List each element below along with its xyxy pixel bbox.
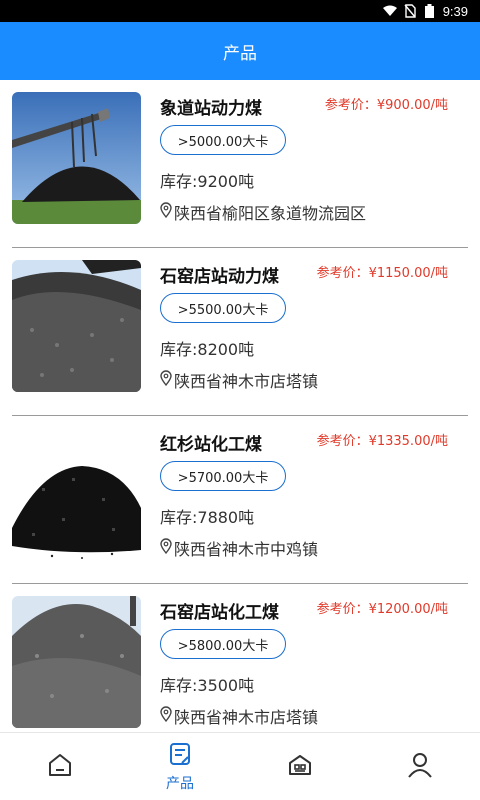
tab-store[interactable]	[240, 733, 360, 800]
app-header: 产品	[0, 22, 480, 80]
product-name: 红杉站化工煤	[160, 435, 262, 455]
calorific-badge: >5700.00大卡	[160, 461, 286, 491]
product-location: 陕西省榆阳区象道物流园区	[160, 200, 366, 224]
tab-products[interactable]: 产品	[120, 733, 240, 800]
coal-stockyard-image	[12, 596, 141, 728]
product-name: 象道站动力煤	[160, 99, 262, 119]
location-text: 陕西省神木市中鸡镇	[174, 540, 319, 559]
location-pin-icon	[160, 370, 172, 390]
product-list[interactable]: 象道站动力煤 参考价：¥900.00/吨 >5000.00大卡 库存:9200吨…	[0, 80, 480, 732]
black-coal-heap-image	[12, 428, 141, 560]
product-card[interactable]: 石窑店站动力煤 参考价：¥1150.00/吨 >5500.00大卡 库存:820…	[0, 248, 480, 416]
product-stock: 库存:9200吨	[160, 172, 255, 191]
product-name: 石窑店站动力煤	[160, 267, 279, 287]
calorific-badge: >5000.00大卡	[160, 125, 286, 155]
tab-home[interactable]	[0, 733, 120, 800]
location-text: 陕西省榆阳区象道物流园区	[174, 204, 367, 223]
status-time: 9:39	[442, 3, 468, 19]
product-price: 参考价：¥900.00/吨	[324, 98, 448, 113]
user-icon	[406, 751, 434, 783]
product-card[interactable]: 象道站动力煤 参考价：¥900.00/吨 >5000.00大卡 库存:9200吨…	[0, 80, 480, 248]
no-sim-icon	[403, 4, 417, 18]
status-bar: 9:39	[0, 0, 480, 22]
product-location: 陕西省神木市中鸡镇	[160, 536, 318, 560]
tab-profile[interactable]	[360, 733, 480, 800]
wifi-icon	[382, 4, 397, 18]
bottom-tab-bar: 产品	[0, 732, 480, 800]
product-price: 参考价：¥1150.00/吨	[316, 266, 448, 281]
product-stock: 库存:3500吨	[160, 676, 255, 695]
product-stock: 库存:8200吨	[160, 340, 255, 359]
battery-icon	[423, 4, 437, 18]
coal-conveyor-image	[12, 92, 141, 224]
location-pin-icon	[160, 706, 172, 726]
product-stock: 库存:7880吨	[160, 508, 255, 527]
location-text: 陕西省神木市店塔镇	[174, 708, 319, 727]
product-name: 石窑店站化工煤	[160, 603, 279, 623]
calorific-badge: >5500.00大卡	[160, 293, 286, 323]
product-location: 陕西省神木市店塔镇	[160, 704, 318, 728]
product-card[interactable]: 石窑店站化工煤 参考价：¥1200.00/吨 >5800.00大卡 库存:350…	[0, 584, 480, 732]
product-doc-icon	[167, 741, 193, 771]
product-location: 陕西省神木市店塔镇	[160, 368, 318, 392]
page-title: 产品	[223, 43, 257, 64]
product-card[interactable]: 红杉站化工煤 参考价：¥1335.00/吨 >5700.00大卡 库存:7880…	[0, 416, 480, 584]
location-pin-icon	[160, 538, 172, 558]
store-icon	[286, 751, 314, 783]
product-price: 参考价：¥1200.00/吨	[316, 602, 448, 617]
product-price: 参考价：¥1335.00/吨	[316, 434, 448, 449]
home-icon	[46, 751, 74, 783]
coal-pile-image	[12, 260, 141, 392]
calorific-badge: >5800.00大卡	[160, 629, 286, 659]
tab-products-label: 产品	[166, 775, 194, 792]
location-pin-icon	[160, 202, 172, 222]
location-text: 陕西省神木市店塔镇	[174, 372, 319, 391]
